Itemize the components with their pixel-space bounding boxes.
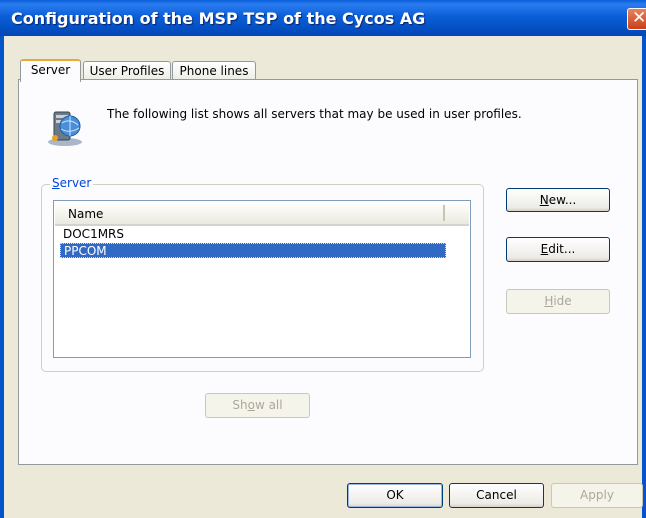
- accel-key: H: [544, 294, 554, 308]
- hide-button[interactable]: Hide: [506, 289, 610, 314]
- dialog-window: Configuration of the MSP TSP of the Cyco…: [0, 0, 646, 518]
- intro-text: The following list shows all servers tha…: [107, 107, 522, 121]
- button-label: ew...: [548, 193, 577, 207]
- tab-user-profiles[interactable]: User Profiles: [83, 61, 171, 81]
- server-list[interactable]: Name DOC1MRS PPCOM: [53, 200, 471, 358]
- close-icon: ✕: [632, 8, 646, 28]
- list-item[interactable]: DOC1MRS: [60, 227, 446, 242]
- cancel-button[interactable]: Cancel: [449, 483, 544, 508]
- button-label: ide: [553, 294, 572, 308]
- list-item-label: PPCOM: [64, 244, 107, 258]
- button-label: Apply: [580, 488, 614, 502]
- apply-button[interactable]: Apply: [551, 483, 643, 508]
- tab-server[interactable]: Server: [20, 59, 81, 82]
- edit-button[interactable]: Edit...: [506, 237, 610, 262]
- show-all-button[interactable]: Show all: [205, 393, 310, 418]
- button-label: Cancel: [476, 488, 517, 502]
- list-item-label: DOC1MRS: [63, 227, 125, 241]
- column-divider[interactable]: [443, 205, 445, 221]
- accel-key: o: [247, 398, 255, 412]
- server-network-icon: [48, 111, 82, 146]
- list-header[interactable]: Name: [55, 202, 469, 226]
- button-label: dit...: [548, 242, 576, 256]
- list-item-selected[interactable]: PPCOM: [60, 243, 446, 258]
- button-label: Sh: [232, 398, 248, 412]
- title-bar[interactable]: Configuration of the MSP TSP of the Cyco…: [0, 0, 646, 36]
- ok-button[interactable]: OK: [347, 483, 443, 508]
- button-label: w all: [254, 398, 283, 412]
- tab-label: Server: [30, 63, 71, 77]
- button-label: OK: [386, 488, 404, 502]
- window-frame-right: [642, 36, 646, 518]
- window-title: Configuration of the MSP TSP of the Cyco…: [11, 9, 426, 28]
- accel-key: S: [52, 176, 60, 190]
- close-button[interactable]: ✕: [627, 8, 646, 30]
- tab-phone-lines[interactable]: Phone lines: [172, 61, 256, 81]
- column-header-name[interactable]: Name: [68, 207, 103, 221]
- accel-key: N: [539, 193, 549, 207]
- label-rest: erver: [59, 176, 92, 190]
- tab-label: User Profiles: [89, 64, 165, 78]
- new-button[interactable]: New...: [506, 188, 610, 212]
- tab-label: Phone lines: [179, 64, 249, 78]
- server-group-label: Server: [50, 176, 94, 191]
